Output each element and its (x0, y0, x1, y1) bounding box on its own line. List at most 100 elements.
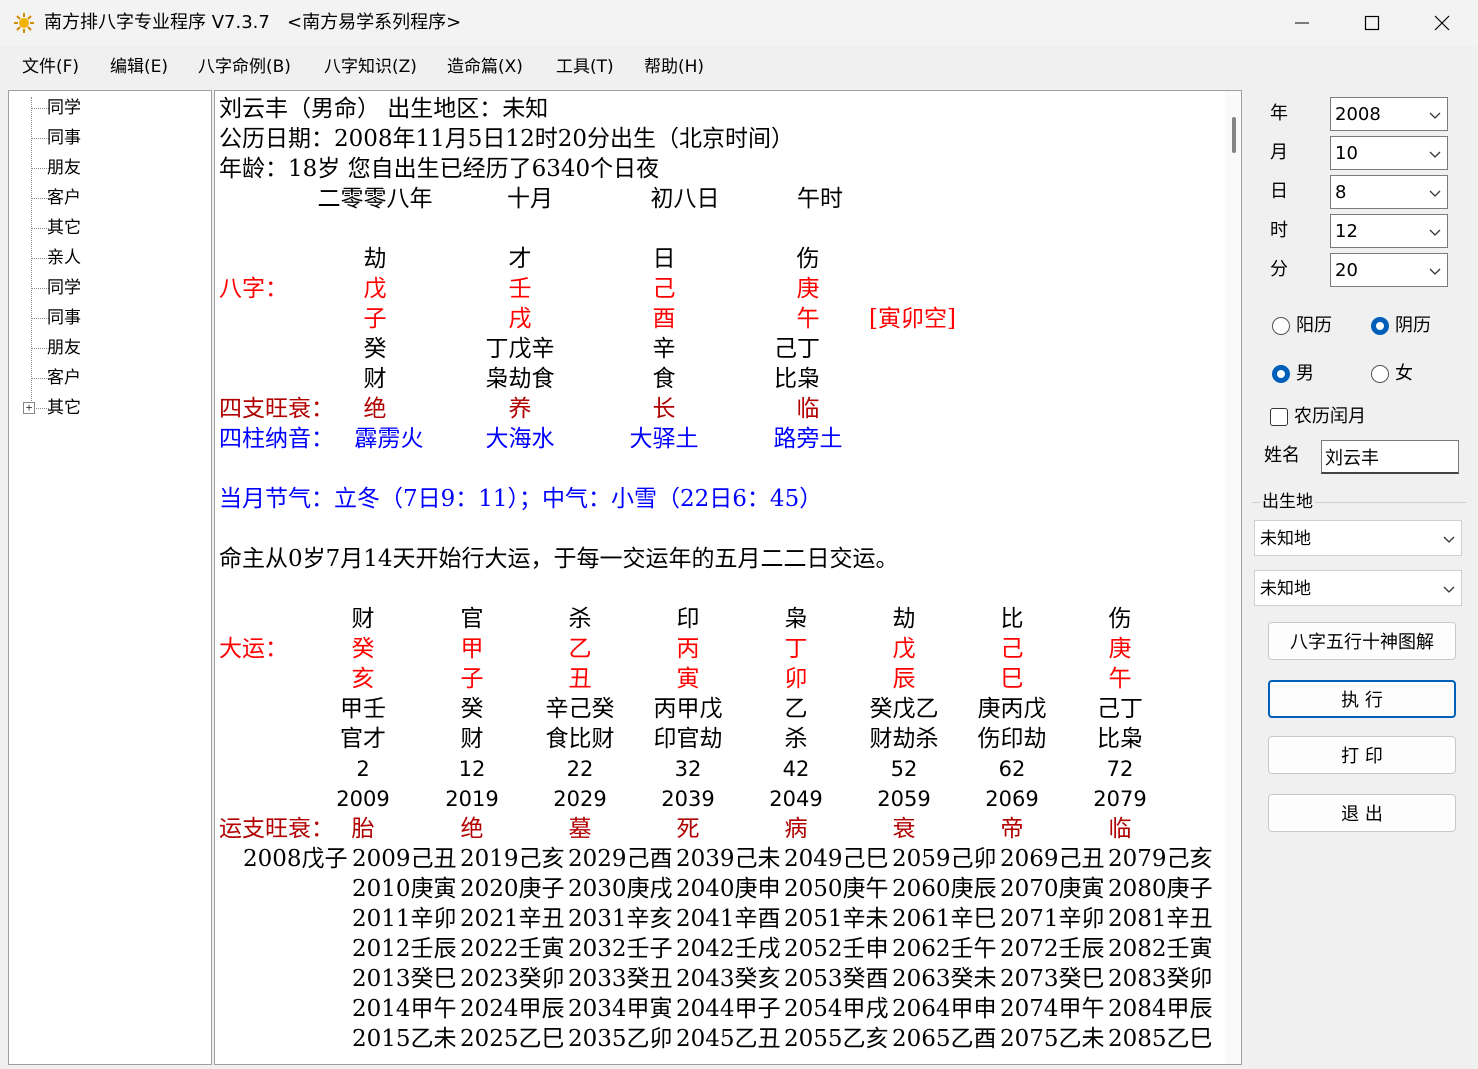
city-value: 未知地 (1260, 579, 1311, 599)
wuxing-chart-button[interactable]: 八字五行十神图解 (1268, 622, 1456, 660)
radio-on-icon (1371, 317, 1389, 335)
dayun-start-year: 2009 (336, 787, 390, 811)
dayun-hidden-gods: 财 (460, 726, 484, 752)
tree-item[interactable]: 朋友 (9, 153, 209, 183)
liunian-year: 2079己亥 (1108, 846, 1213, 872)
dayun-start-year: 2019 (445, 787, 499, 811)
menu-help[interactable]: 帮助(H) (644, 54, 704, 80)
chevron-down-icon (1429, 268, 1441, 275)
dayun-hidden-stems: 庚丙戊 (977, 696, 1047, 722)
header-age-line: 年龄：18岁 您自出生已经历了6340个日夜 (219, 156, 660, 182)
liunian-year: 2073癸巳 (1000, 966, 1105, 992)
name-label: 姓名 (1264, 445, 1300, 466)
tree-item-label: 其它 (47, 398, 81, 418)
dayun-hidden-stems: 丙甲戊 (653, 696, 723, 722)
birth-year-liunian: 2008戊子 (243, 846, 348, 872)
liunian-year: 2015乙未 (352, 1026, 457, 1052)
liunian-year: 2052壬申 (784, 936, 889, 962)
minute-select[interactable]: 20 (1330, 253, 1448, 287)
liunian-year: 2032壬子 (568, 936, 673, 962)
header-date-line: 公历日期：2008年11月5日12时20分出生（北京时间） (219, 126, 794, 152)
menu-bazi-knowledge[interactable]: 八字知识(Z) (324, 54, 417, 80)
dayun-hidden-gods: 杀 (784, 726, 808, 752)
dayun-hidden-stems: 甲壬 (340, 696, 386, 722)
hidden-stems: 己丁 (774, 336, 820, 362)
tree-item[interactable]: 同事 (9, 303, 209, 333)
liunian-year: 2040庚申 (676, 876, 781, 902)
wangshuai-label: 四支旺衰： (219, 396, 334, 422)
hidden-stems: 丁戊辛 (485, 336, 555, 362)
dayun-branch: 寅 (676, 666, 700, 692)
dayun-branch: 亥 (351, 666, 375, 692)
liunian-year: 2011辛卯 (352, 906, 457, 932)
chevron-down-icon (1429, 190, 1441, 197)
pillar-god: 伤 (796, 246, 820, 272)
lunar-month: 十月 (507, 186, 553, 212)
nayin-value: 大驿土 (629, 426, 699, 452)
dayun-god: 杀 (568, 606, 592, 632)
tree-item[interactable]: 客户 (9, 363, 209, 393)
scrollbar-thumb[interactable] (1232, 117, 1236, 153)
liunian-year: 2033癸丑 (568, 966, 673, 992)
dayun-god: 财 (351, 606, 375, 632)
tree-item[interactable]: 其它 (9, 213, 209, 243)
maximize-button[interactable] (1337, 0, 1407, 46)
dayun-start-year: 2059 (877, 787, 931, 811)
exit-button[interactable]: 退 出 (1268, 794, 1456, 832)
hidden-stems: 辛 (652, 336, 676, 362)
minimize-button[interactable] (1267, 0, 1337, 46)
menu-bazi-cases[interactable]: 八字命例(B) (198, 54, 291, 80)
month-select[interactable]: 10 (1330, 136, 1448, 170)
dayun-stem: 戊 (892, 636, 916, 662)
liunian-year: 2074甲午 (1000, 996, 1105, 1022)
tree-item[interactable]: + 其它 (9, 393, 209, 423)
male-label: 男 (1296, 363, 1314, 384)
liunian-year: 2050庚午 (784, 876, 889, 902)
year-select[interactable]: 2008 (1330, 97, 1448, 131)
name-input[interactable] (1321, 440, 1459, 474)
menu-zaoming[interactable]: 造命篇(X) (447, 54, 523, 80)
birthplace-province-select[interactable]: 未知地 (1254, 520, 1462, 556)
tree-item-label: 朋友 (47, 158, 81, 178)
tree-item[interactable]: 同事 (9, 123, 209, 153)
tree-expand-icon[interactable]: + (23, 402, 35, 414)
vertical-scrollbar[interactable] (1225, 91, 1241, 1064)
run-button[interactable]: 执 行 (1268, 680, 1456, 718)
wangshuai-value: 长 (652, 396, 676, 422)
menu-edit[interactable]: 编辑(E) (110, 54, 168, 80)
liunian-year: 2080庚子 (1108, 876, 1213, 902)
liunian-year: 2065乙酉 (892, 1026, 997, 1052)
birthplace-city-select[interactable]: 未知地 (1254, 570, 1462, 606)
dayun-hidden-stems: 乙 (784, 696, 808, 722)
tree-item[interactable]: 朋友 (9, 333, 209, 363)
liunian-year: 2054甲戌 (784, 996, 889, 1022)
print-button[interactable]: 打 印 (1268, 736, 1456, 774)
tree-item[interactable]: 亲人 (9, 243, 209, 273)
dayun-wangshuai: 墓 (568, 816, 592, 842)
nayin-value: 大海水 (485, 426, 555, 452)
tree-item[interactable]: 同学 (9, 273, 209, 303)
menu-tools[interactable]: 工具(T) (556, 54, 614, 80)
heavenly-stem: 壬 (508, 276, 532, 302)
dayun-hidden-gods: 食比财 (545, 726, 615, 752)
dayun-branch: 丑 (568, 666, 592, 692)
radio-on-icon (1272, 365, 1290, 383)
hour-select[interactable]: 12 (1330, 214, 1448, 248)
female-label: 女 (1395, 363, 1413, 384)
menu-file[interactable]: 文件(F) (22, 54, 79, 80)
tree-item[interactable]: 同学 (9, 93, 209, 123)
wangshuai-value: 临 (796, 396, 820, 422)
leap-month-checkbox[interactable] (1270, 408, 1288, 426)
tree-item-label: 同学 (47, 278, 81, 298)
liunian-year: 2059己卯 (892, 846, 997, 872)
dayun-wangshuai: 帝 (1000, 816, 1024, 842)
tree-item-label: 朋友 (47, 338, 81, 358)
close-button[interactable] (1407, 0, 1477, 46)
report-text-area[interactable]: 刘云丰（男命） 出生地区：未知 公历日期：2008年11月5日12时20分出生（… (214, 90, 1242, 1065)
tree-item[interactable]: 客户 (9, 183, 209, 213)
earthly-branch: 午 (796, 306, 820, 332)
dayun-branch: 午 (1108, 666, 1132, 692)
day-select[interactable]: 8 (1330, 175, 1448, 209)
liunian-year: 2029己酉 (568, 846, 673, 872)
dayun-god: 比 (1000, 606, 1024, 632)
